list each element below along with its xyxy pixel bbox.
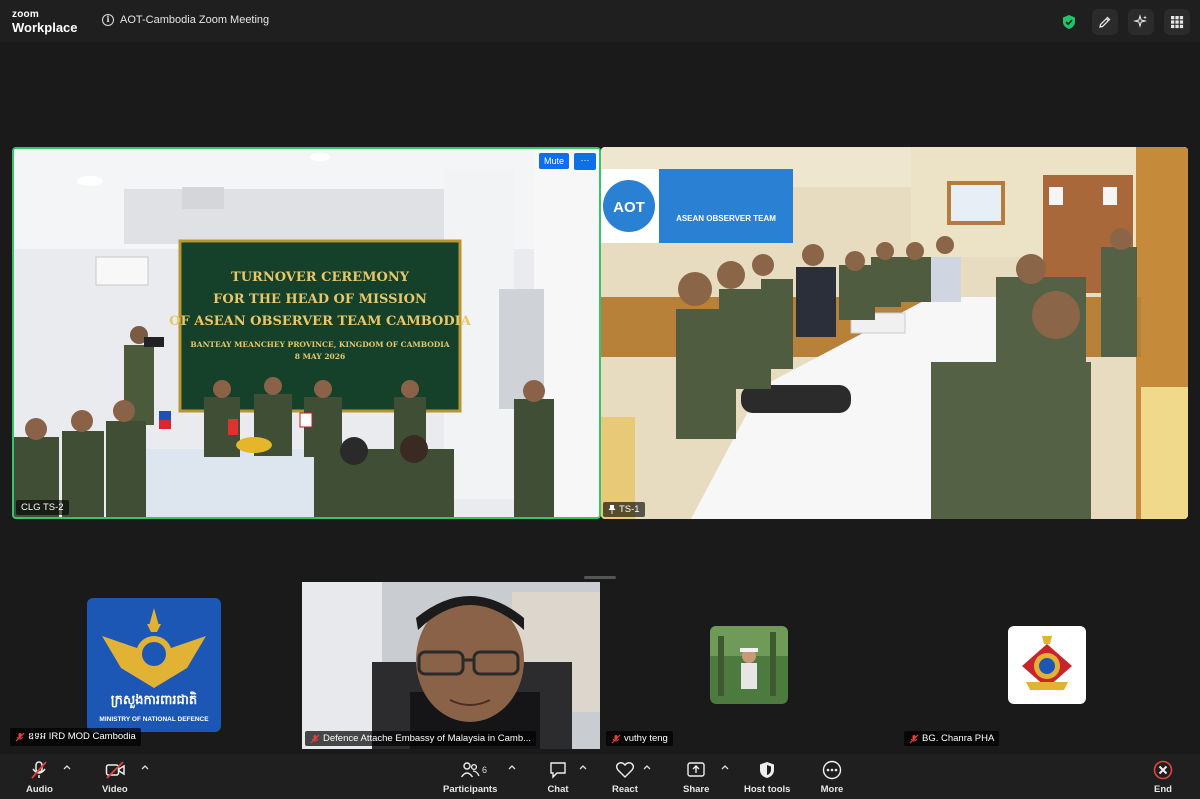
- end-meeting-button[interactable]: End: [1151, 759, 1175, 795]
- mic-muted-icon: [27, 759, 51, 781]
- info-icon[interactable]: i: [102, 14, 114, 26]
- attache-video: [302, 582, 600, 749]
- mute-participant-button[interactable]: Mute: [538, 153, 569, 169]
- participant-name: BG. Chanra PHA: [922, 733, 995, 744]
- banner-line-1: TURNOVER CEREMONY: [231, 270, 410, 285]
- participant-name-tag: BG. Chanra PHA: [904, 731, 1000, 746]
- banner-line-3: OF ASEAN OBSERVER TEAM CAMBODIA: [169, 314, 472, 329]
- participant-name-tag: TS-1: [603, 502, 645, 517]
- chat-icon: [546, 759, 570, 781]
- chat-label: Chat: [547, 784, 569, 795]
- avatar: [1008, 626, 1086, 704]
- banner-line-2: FOR THE HEAD OF MISSION: [213, 292, 427, 307]
- meeting-stage: TURNOVER CEREMONY FOR THE HEAD OF MISSIO…: [0, 42, 1200, 754]
- participant-name-tag: ឧទអ IRD MOD Cambodia: [10, 728, 141, 746]
- video-tile-clg-ts-2[interactable]: TURNOVER CEREMONY FOR THE HEAD OF MISSIO…: [12, 147, 601, 519]
- mic-muted-icon: [909, 734, 919, 743]
- participants-button[interactable]: Participants: [443, 759, 497, 795]
- title-bar: zoom Workplace i AOT-Cambodia Zoom Meeti…: [0, 0, 1200, 42]
- aot-banner-text: ASEAN OBSERVER TEAM: [676, 214, 776, 223]
- conference-room-video: AOT ASEAN OBSERVER TEAM: [601, 147, 1188, 519]
- video-options-chevron-icon[interactable]: [140, 763, 150, 773]
- host-tools-button[interactable]: Host tools: [744, 759, 790, 795]
- video-label: Video: [102, 784, 128, 795]
- gallery-resize-handle[interactable]: [584, 576, 616, 579]
- meeting-title: AOT-Cambodia Zoom Meeting: [120, 14, 270, 26]
- zoom-logo: zoom Workplace: [12, 9, 78, 35]
- mod-logo-khmer: ក្រសួងការពារជាតិ: [110, 693, 198, 708]
- more-label: More: [820, 784, 844, 795]
- react-label: React: [612, 784, 638, 795]
- mod-emblem: [102, 608, 206, 688]
- audio-label: Audio: [26, 784, 53, 795]
- share-button[interactable]: Share: [683, 759, 709, 795]
- sparkle-icon[interactable]: [1128, 9, 1154, 35]
- banner-sub-1: BANTEAY MEANCHEY PROVINCE, KINGDOM OF CA…: [190, 340, 449, 349]
- shield-check-icon[interactable]: [1056, 9, 1082, 35]
- mic-muted-icon: [310, 734, 320, 743]
- participants-count: 6: [482, 765, 488, 775]
- participant-tile-mod-cambodia[interactable]: ក្រសួងការពារជាតិ MINISTRY OF NATIONAL DE…: [4, 582, 301, 749]
- host-tools-label: Host tools: [744, 784, 791, 795]
- shield-icon: [755, 759, 779, 781]
- audio-options-chevron-icon[interactable]: [62, 763, 72, 773]
- share-options-chevron-icon[interactable]: [720, 763, 730, 773]
- video-tile-ts-1[interactable]: AOT ASEAN OBSERVER TEAM TS-1: [601, 147, 1188, 519]
- participant-name: Defence Attache Embassy of Malaysia in C…: [323, 733, 532, 744]
- share-label: Share: [683, 784, 710, 795]
- meeting-info[interactable]: i AOT-Cambodia Zoom Meeting: [102, 14, 269, 26]
- participant-name: TS-1: [619, 504, 640, 515]
- brand-bottom: Workplace: [12, 20, 78, 35]
- react-options-chevron-icon[interactable]: [642, 763, 652, 773]
- pin-icon: [608, 505, 616, 514]
- meeting-toolbar: Audio Video Participants 6 Chat React Sh…: [0, 754, 1200, 799]
- participant-name: ឧទអ IRD MOD Cambodia: [28, 731, 136, 742]
- grid-icon[interactable]: [1164, 9, 1190, 35]
- chat-button[interactable]: Chat: [546, 759, 570, 795]
- participant-name-tag: vuthy teng: [606, 731, 673, 746]
- banner-sub-2: 8 MAY 2026: [295, 352, 345, 361]
- participants-icon: [458, 759, 482, 781]
- video-off-icon: [103, 759, 127, 781]
- more-button[interactable]: More: [820, 759, 844, 795]
- ceremony-room-video: TURNOVER CEREMONY FOR THE HEAD OF MISSIO…: [14, 149, 599, 517]
- participant-tile-malaysia-attache[interactable]: Defence Attache Embassy of Malaysia in C…: [302, 582, 600, 749]
- avatar: [710, 626, 788, 704]
- end-call-icon: [1151, 759, 1175, 781]
- mod-logo: ក្រសួងការពារជាតិ MINISTRY OF NATIONAL DE…: [87, 598, 221, 732]
- share-screen-icon: [684, 759, 708, 781]
- participants-label: Participants: [443, 784, 498, 795]
- participant-name: vuthy teng: [624, 733, 668, 744]
- participant-tile-chanra-pha[interactable]: BG. Chanra PHA: [898, 582, 1195, 749]
- participant-name-tag: CLG TS-2: [16, 500, 69, 515]
- participants-options-chevron-icon[interactable]: [507, 763, 517, 773]
- mic-muted-icon: [611, 734, 621, 743]
- pencil-icon[interactable]: [1092, 9, 1118, 35]
- chat-options-chevron-icon[interactable]: [578, 763, 588, 773]
- end-label: End: [1154, 784, 1172, 795]
- video-button[interactable]: Video: [102, 759, 128, 795]
- participant-name-tag: Defence Attache Embassy of Malaysia in C…: [305, 731, 537, 746]
- brand-top: zoom: [12, 9, 39, 20]
- more-options-button[interactable]: ···: [574, 153, 596, 170]
- mod-logo-english: MINISTRY OF NATIONAL DEFENCE: [99, 716, 209, 723]
- aot-logo-text: AOT: [613, 199, 645, 216]
- more-dots-icon: [820, 759, 844, 781]
- audio-button[interactable]: Audio: [26, 759, 53, 795]
- heart-icon: [613, 759, 637, 781]
- top-right-actions: [1056, 9, 1190, 35]
- participant-tile-vuthy-teng[interactable]: vuthy teng: [600, 582, 897, 749]
- participant-name: CLG TS-2: [21, 502, 64, 513]
- mic-muted-icon: [15, 732, 25, 742]
- react-button[interactable]: React: [612, 759, 638, 795]
